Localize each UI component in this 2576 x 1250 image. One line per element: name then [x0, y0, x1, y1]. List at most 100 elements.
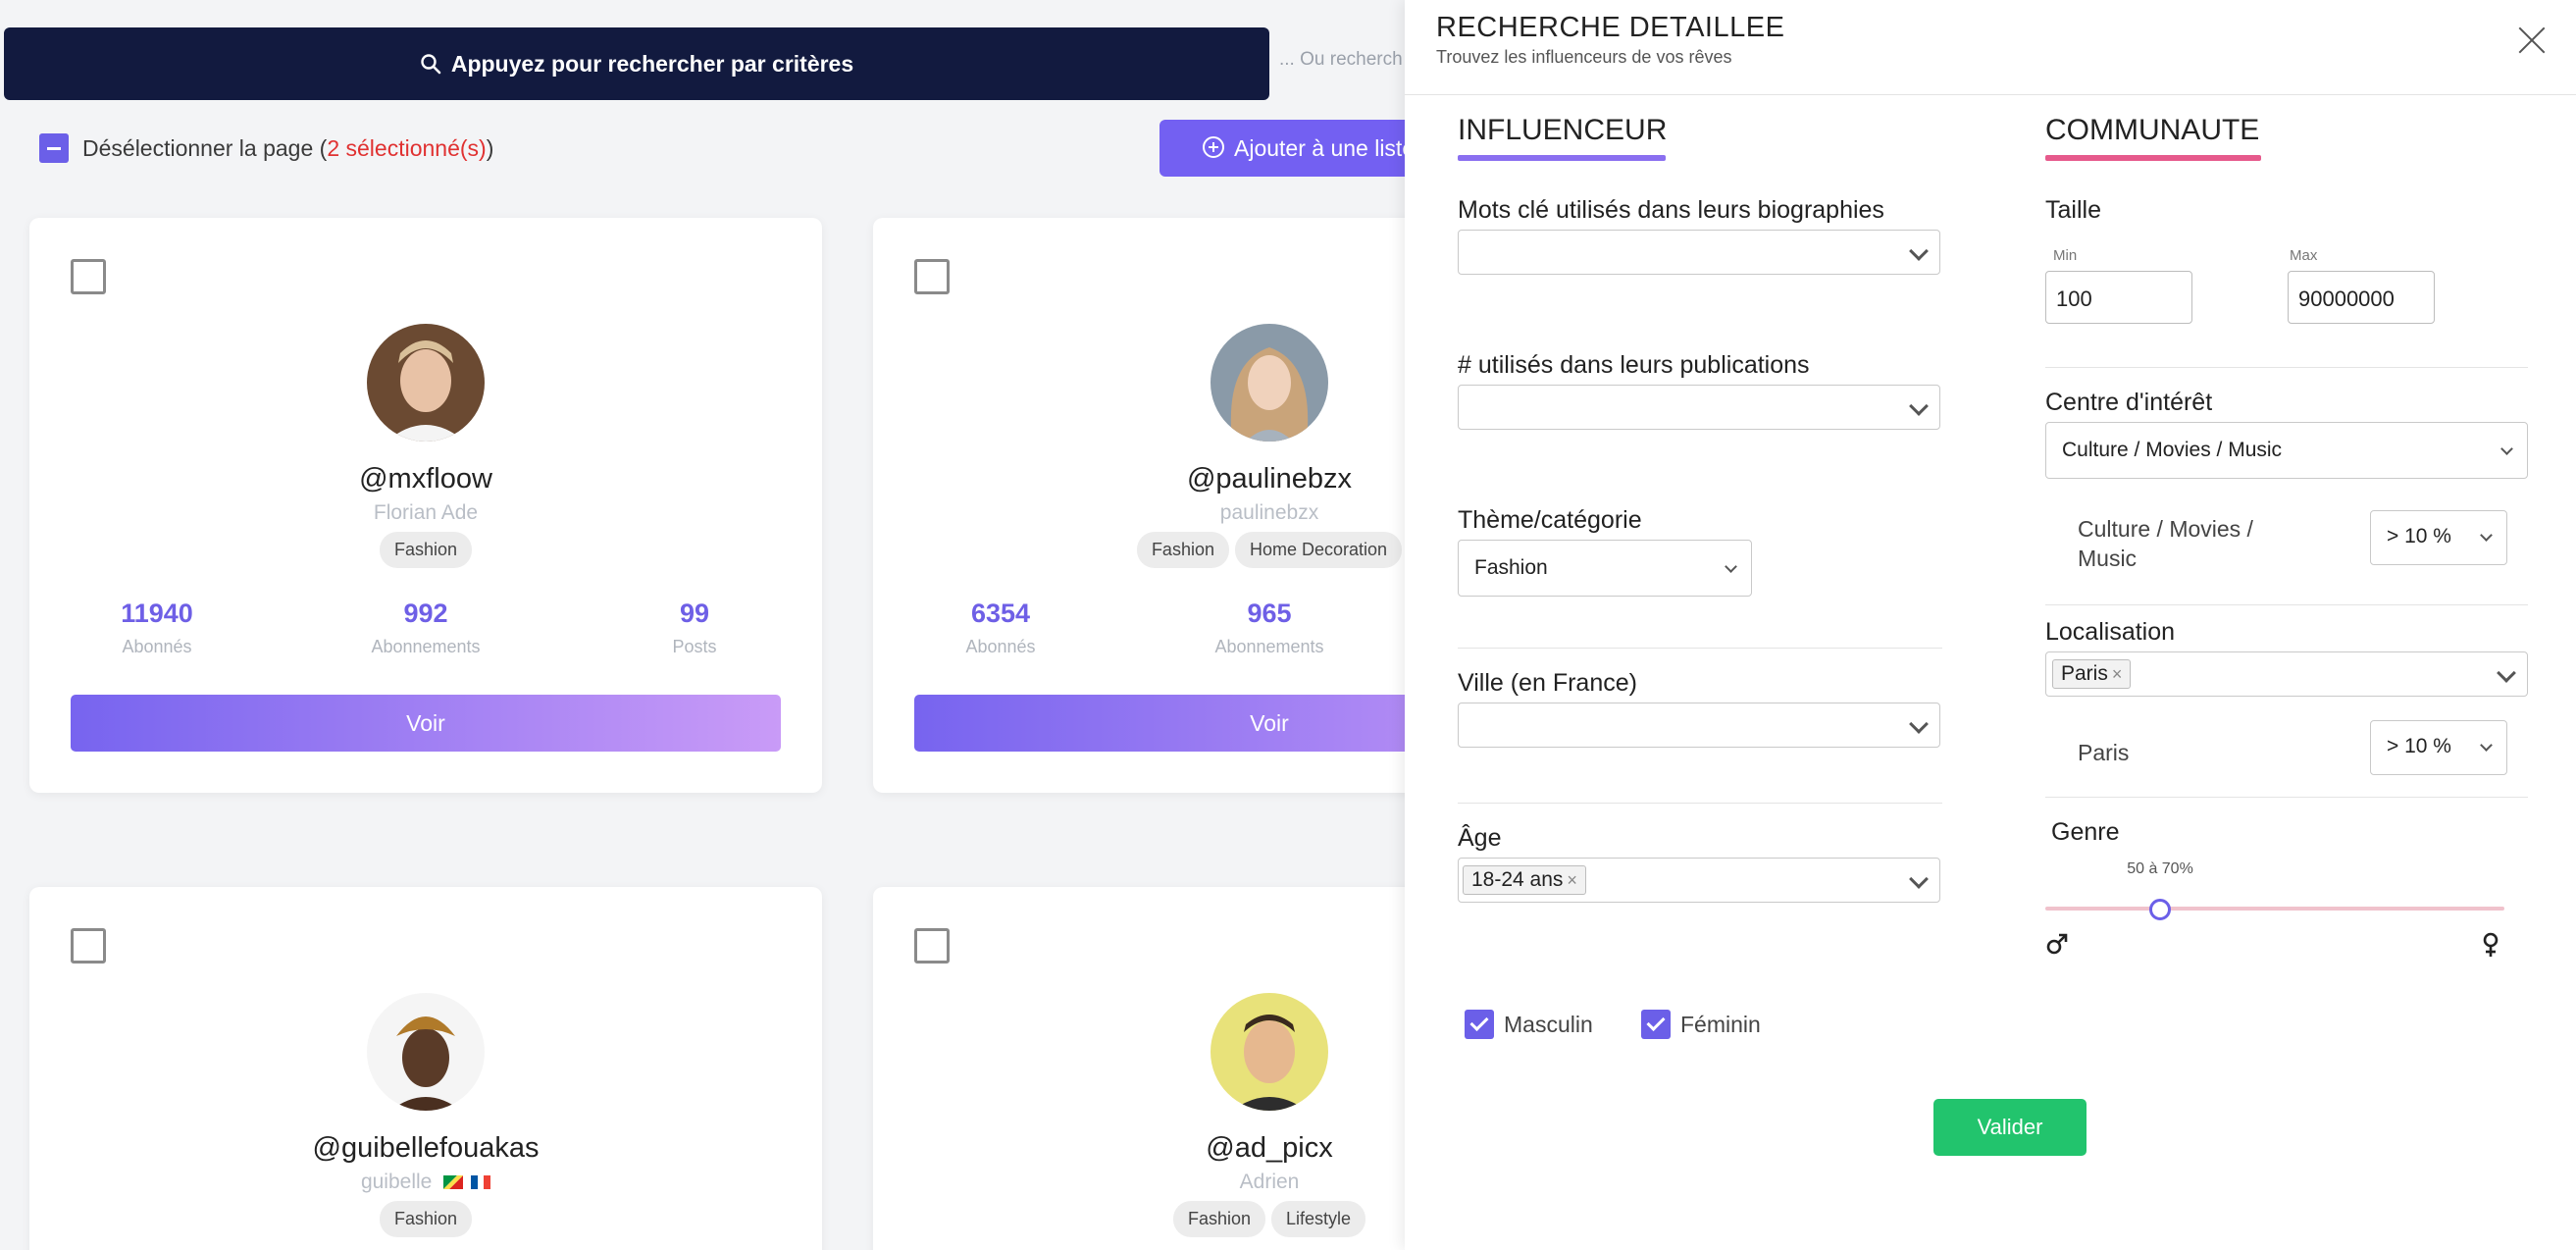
add-to-list-button[interactable]: Ajouter à une liste	[1159, 120, 1415, 177]
deselect-close-paren: )	[486, 134, 494, 161]
location-pct-select[interactable]: > 10 %	[2370, 720, 2507, 775]
category-tag: Fashion	[379, 1201, 473, 1237]
chevron-down-icon	[2497, 663, 2516, 683]
chevron-down-icon	[2500, 443, 2513, 455]
location-chip[interactable]: Paris ×	[2052, 659, 2132, 689]
interest-pct-select[interactable]: > 10 %	[2370, 510, 2507, 565]
following-count: 992	[403, 599, 448, 628]
selected-count: 2 sélectionné(s)	[327, 134, 487, 161]
influencer-heading-text: INFLUENCEUR	[1458, 114, 1668, 146]
avatar	[367, 324, 485, 442]
section-divider	[1458, 803, 1942, 804]
section-divider	[2045, 367, 2528, 368]
category-tag: Fashion	[1172, 1201, 1265, 1237]
following-label: Abonnements	[1214, 637, 1324, 656]
followers-label: Abonnés	[965, 637, 1036, 656]
gender-range-value: 50 à 70%	[2127, 860, 2193, 877]
card-checkbox[interactable]	[71, 259, 106, 294]
age-chip[interactable]: 18-24 ans ×	[1463, 865, 1586, 895]
chevron-down-icon	[2480, 739, 2493, 752]
bio-keywords-select[interactable]	[1458, 230, 1940, 275]
gender-slider-handle[interactable]	[2149, 899, 2171, 920]
location-select[interactable]: Paris ×	[2045, 651, 2528, 697]
deselect-page-toggle[interactable]: Désélectionner la page (2 sélectionné(s)…	[39, 133, 493, 163]
avatar	[1211, 993, 1328, 1111]
plus-circle-icon	[1203, 136, 1224, 158]
remove-chip-icon[interactable]: ×	[1567, 870, 1577, 890]
section-divider	[2045, 797, 2528, 798]
card-name: Florian Ade	[373, 501, 479, 524]
chevron-down-icon	[1725, 560, 1737, 573]
following-count: 965	[1247, 599, 1292, 628]
theme-label: Thème/catégorie	[1458, 506, 1642, 534]
community-section-heading: COMMUNAUTE	[2045, 114, 2261, 161]
female-label: Féminin	[1680, 1011, 1761, 1037]
submit-button[interactable]: Valider	[1933, 1099, 2087, 1156]
chevron-down-icon	[1909, 241, 1929, 261]
theme-select[interactable]: Fashion	[1458, 540, 1752, 597]
france-flag-icon	[471, 1175, 491, 1190]
panel-title: RECHERCHE DETAILLEE	[1436, 12, 1785, 43]
close-icon[interactable]	[2517, 26, 2547, 55]
influencer-heading-underline	[1458, 155, 1666, 161]
chevron-down-icon	[1909, 396, 1929, 416]
size-max-input[interactable]: 90000000	[2288, 271, 2435, 324]
location-sub-label: Paris	[2078, 740, 2130, 765]
city-select[interactable]	[1458, 703, 1940, 748]
section-divider	[2045, 604, 2528, 605]
interest-label: Centre d'intérêt	[2045, 389, 2213, 416]
bio-keywords-label: Mots clé utilisés dans leurs biographies	[1458, 196, 1884, 224]
interest-pct-value: > 10 %	[2387, 525, 2451, 547]
influencer-card: @guibellefouakas guibelle Fashion	[29, 887, 822, 1250]
chevron-down-icon	[1909, 869, 1929, 889]
theme-value: Fashion	[1474, 556, 1548, 579]
age-label: Âge	[1458, 824, 1502, 852]
influencer-card: @mxfloow Florian Ade Fashion 11940 Abonné…	[29, 218, 822, 793]
max-label: Max	[2290, 247, 2318, 264]
card-checkbox[interactable]	[914, 259, 950, 294]
followers-label: Abonnés	[122, 637, 192, 656]
following-label: Abonnements	[371, 637, 481, 656]
city-label: Ville (en France)	[1458, 669, 1637, 697]
card-checkbox[interactable]	[71, 928, 106, 964]
search-icon	[421, 54, 441, 75]
gender-label: Genre	[2051, 818, 2120, 846]
checkmark-icon[interactable]	[1465, 1010, 1494, 1039]
female-symbol-icon	[2483, 932, 2499, 957]
size-min-input[interactable]: 100	[2045, 271, 2192, 324]
followers-count: 6354	[970, 599, 1031, 628]
card-checkbox[interactable]	[914, 928, 950, 964]
age-chip-text: 18-24 ans	[1471, 868, 1564, 891]
remove-chip-icon[interactable]: ×	[2112, 664, 2123, 684]
community-heading-underline	[2045, 155, 2261, 161]
add-to-list-label: Ajouter à une liste	[1234, 134, 1416, 161]
congo-flag-icon	[443, 1175, 464, 1190]
category-tag: Home Decoration	[1234, 532, 1403, 568]
panel-subtitle: Trouvez les influenceurs de vos rêves	[1436, 47, 1732, 67]
category-tag: Lifestyle	[1271, 1201, 1366, 1237]
chevron-down-icon	[1909, 714, 1929, 734]
male-label: Masculin	[1504, 1011, 1593, 1037]
interest-select[interactable]: Culture / Movies / Music	[2045, 422, 2528, 479]
posts-count: 99	[679, 599, 710, 628]
gender-slider-track[interactable]	[2045, 907, 2504, 911]
minus-checkbox-icon[interactable]	[39, 133, 69, 163]
hashtags-select[interactable]	[1458, 385, 1940, 430]
avatar	[1211, 324, 1328, 442]
influencer-section-heading: INFLUENCEUR	[1458, 114, 1668, 161]
avatar	[367, 993, 485, 1111]
panel-divider	[1405, 94, 2576, 95]
interest-value: Culture / Movies / Music	[2062, 439, 2283, 461]
checkmark-icon[interactable]	[1641, 1010, 1671, 1039]
chevron-down-icon	[2480, 529, 2493, 542]
size-label: Taille	[2045, 196, 2101, 224]
male-checkbox[interactable]: Masculin	[1465, 1010, 1593, 1039]
min-label: Min	[2053, 247, 2078, 264]
location-chip-text: Paris	[2061, 662, 2108, 685]
female-checkbox[interactable]: Féminin	[1641, 1010, 1761, 1039]
age-select[interactable]: 18-24 ans ×	[1458, 858, 1940, 903]
card-name: guibelle	[360, 1171, 433, 1193]
view-profile-button[interactable]: Voir	[71, 695, 781, 752]
alt-search-input[interactable]: ... Ou recherch	[1279, 49, 1403, 71]
criteria-search-button[interactable]: Appuyez pour rechercher par critères	[4, 27, 1269, 100]
